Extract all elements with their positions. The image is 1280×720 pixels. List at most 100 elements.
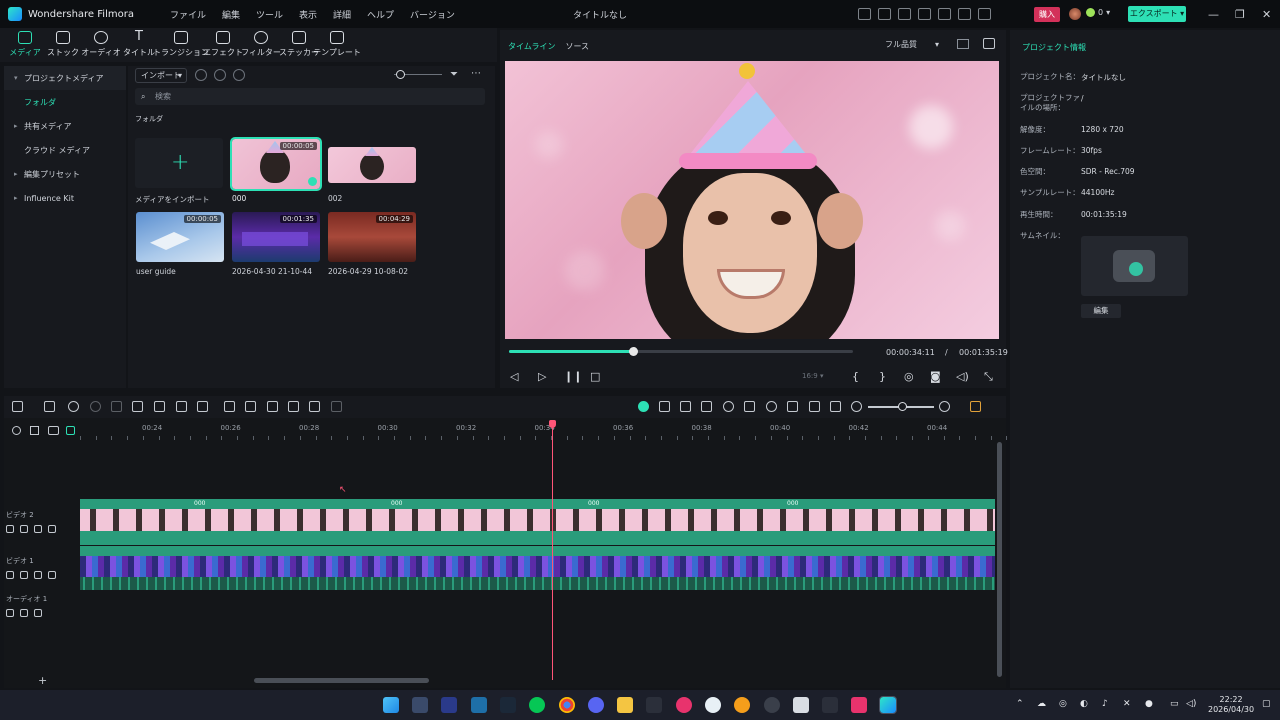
app-icon-3[interactable] xyxy=(705,697,721,713)
filmora-taskbar-icon[interactable] xyxy=(879,696,897,714)
previous-frame-icon[interactable]: ◁ xyxy=(510,370,518,383)
credits-badge[interactable]: 0 ▾ xyxy=(1086,8,1110,17)
subtitle-icon[interactable] xyxy=(830,401,841,412)
cloud-icon[interactable]: ☁ xyxy=(1037,699,1046,709)
zoom-slider[interactable] xyxy=(868,402,934,411)
camera-icon[interactable]: ◙ xyxy=(930,370,941,383)
add-track-icon[interactable] xyxy=(48,426,59,435)
tab-stock[interactable]: ストック xyxy=(44,28,82,62)
zoom-knob[interactable] xyxy=(898,402,907,411)
maximize-icon[interactable]: ❐ xyxy=(1235,8,1245,21)
filter-icon[interactable]: ⏷ xyxy=(450,69,458,80)
minimize-icon[interactable]: — xyxy=(1208,8,1219,21)
import-media-tile[interactable]: + xyxy=(135,138,223,188)
link-icon[interactable] xyxy=(30,426,39,435)
ai-assist-icon[interactable] xyxy=(638,401,649,412)
app-icon-6[interactable] xyxy=(851,697,867,713)
task-view-icon[interactable] xyxy=(441,697,457,713)
split-icon[interactable] xyxy=(132,401,143,412)
sidebar-item-cloud-media[interactable]: クラウド メディア xyxy=(4,138,126,162)
cloud-upload-icon[interactable] xyxy=(938,8,951,20)
scrubber-knob[interactable] xyxy=(628,347,638,356)
audio-waveform[interactable] xyxy=(80,577,995,590)
playhead[interactable] xyxy=(552,422,553,680)
lock-icon[interactable] xyxy=(6,609,14,617)
ai-icon[interactable] xyxy=(224,401,235,412)
replace-icon[interactable] xyxy=(809,401,820,412)
render-icon[interactable]: ◎ xyxy=(904,370,914,383)
settings-icon[interactable] xyxy=(12,426,21,435)
snapshot-icon[interactable] xyxy=(983,38,995,49)
media-item-recording-2[interactable]: 00:04:29 xyxy=(328,212,416,262)
tab-timeline[interactable]: タイムライン xyxy=(508,41,555,52)
tab-audio[interactable]: オーディオ xyxy=(81,28,121,62)
audio-mixer-icon[interactable] xyxy=(787,401,798,412)
eye-icon[interactable] xyxy=(48,571,56,579)
media-item-recording-1[interactable]: 00:01:35 xyxy=(232,212,320,262)
tab-transition[interactable]: トランジション xyxy=(153,28,209,62)
tab-media[interactable]: メディア xyxy=(6,28,44,62)
mute-icon[interactable] xyxy=(34,609,42,617)
start-icon[interactable] xyxy=(383,697,399,713)
notification-icon[interactable]: ▢ xyxy=(1262,699,1271,709)
media-item-user-guide[interactable]: 00:00:05 xyxy=(136,212,224,262)
video-1-clip-header[interactable] xyxy=(80,546,995,556)
undo-icon[interactable] xyxy=(68,401,79,412)
import-dropdown[interactable]: インポート ▾ xyxy=(135,68,187,83)
video-2-clip-frames[interactable] xyxy=(80,509,995,531)
chatgpt-icon[interactable] xyxy=(646,697,662,713)
close-icon[interactable]: ✕ xyxy=(1262,8,1271,21)
mute-icon[interactable] xyxy=(34,571,42,579)
ai-voice-icon[interactable] xyxy=(233,69,245,81)
search-input[interactable]: ⌕ 検索 xyxy=(135,88,485,105)
tab-filters[interactable]: フィルター xyxy=(241,28,281,62)
speaker-icon[interactable] xyxy=(20,571,28,579)
shield-icon[interactable] xyxy=(744,401,755,412)
sidebar-item-shared-media[interactable]: ▸ 共有メディア xyxy=(4,114,126,138)
track-lock-icon[interactable] xyxy=(66,426,75,435)
sidebar-item-influence-kit[interactable]: ▸ Influence Kit xyxy=(4,186,126,210)
zoom-in-icon[interactable] xyxy=(939,401,950,412)
keyframe-icon[interactable] xyxy=(267,401,278,412)
tab-effects[interactable]: エフェクト xyxy=(203,28,243,62)
auto-highlight-icon[interactable] xyxy=(701,401,712,412)
menu-view[interactable]: 表示 xyxy=(291,8,325,21)
mute-icon[interactable] xyxy=(34,525,42,533)
video-2-clip-footer[interactable] xyxy=(80,531,995,545)
sync-icon[interactable] xyxy=(898,8,911,20)
clock[interactable]: 22:22 2026/04/30 xyxy=(1208,695,1254,715)
network-icon[interactable]: ▭ xyxy=(1170,699,1179,709)
export-button[interactable]: エクスポート ▾ xyxy=(1128,6,1186,22)
obs-icon[interactable] xyxy=(764,697,780,713)
grid-icon[interactable] xyxy=(978,8,991,20)
quality-dropdown[interactable]: フル品質 ▾ xyxy=(881,38,943,52)
capcut-icon[interactable] xyxy=(822,697,838,713)
speaker-icon[interactable] xyxy=(20,525,28,533)
fullscreen-icon[interactable]: ⤡ xyxy=(984,370,993,384)
color-icon[interactable] xyxy=(197,401,208,412)
time-ruler[interactable]: 00:24 00:26 00:28 00:30 00:32 00:34 00:36 00:38… xyxy=(80,420,1008,440)
stop-icon[interactable]: □ xyxy=(590,370,600,383)
snapshot-icon[interactable] xyxy=(680,401,691,412)
menu-help[interactable]: ヘルプ xyxy=(359,8,402,21)
add-track-plus-icon[interactable]: + xyxy=(38,674,47,687)
vertical-scrollbar[interactable] xyxy=(997,442,1002,677)
tab-source[interactable]: ソース xyxy=(565,41,589,52)
folder-icon[interactable] xyxy=(617,697,633,713)
speed-icon[interactable] xyxy=(245,401,256,412)
media-item-002[interactable] xyxy=(328,147,416,183)
gift-icon[interactable] xyxy=(858,8,871,20)
tray-app-2-icon[interactable]: ● xyxy=(1145,699,1153,709)
more-tools-icon[interactable] xyxy=(331,401,342,412)
edit-thumbnail-button[interactable]: 編集 xyxy=(1081,304,1121,318)
line-icon[interactable] xyxy=(529,697,545,713)
mark-out-icon[interactable]: } xyxy=(879,370,886,383)
tab-templates[interactable]: テンプレート xyxy=(313,28,361,62)
horizontal-scrollbar[interactable] xyxy=(254,678,429,683)
thumbnail-size-slider[interactable] xyxy=(394,70,442,79)
menu-edit[interactable]: 編集 xyxy=(214,8,248,21)
app-icon-1[interactable] xyxy=(471,697,487,713)
crop-icon[interactable] xyxy=(176,401,187,412)
menu-file[interactable]: ファイル xyxy=(162,8,214,21)
playhead-handle[interactable] xyxy=(549,420,556,428)
